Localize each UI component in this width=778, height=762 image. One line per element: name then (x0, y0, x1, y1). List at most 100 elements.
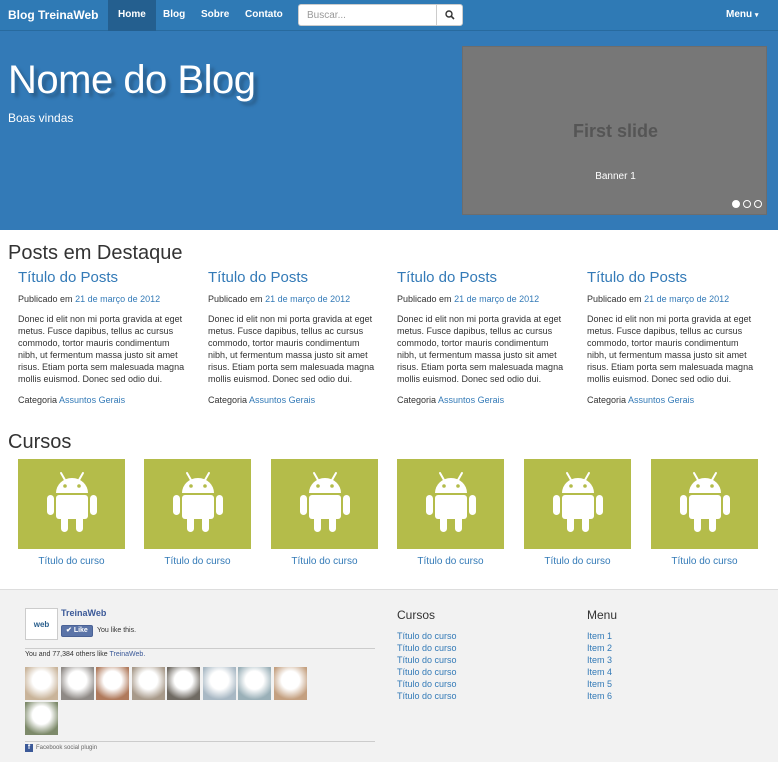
fan-avatar[interactable] (167, 667, 200, 700)
footer-course-link[interactable]: Título do curso (397, 642, 457, 654)
course-title-link[interactable]: Título do curso (144, 556, 251, 567)
course-thumbnail[interactable] (271, 459, 378, 549)
post-title-link[interactable]: Título do Posts (587, 269, 759, 286)
category-label: Categoria (397, 395, 437, 405)
search-form (298, 4, 463, 26)
post-title-link[interactable]: Título do Posts (18, 269, 190, 286)
fan-avatar[interactable] (25, 702, 58, 735)
course-card: Título do curso (271, 459, 378, 567)
fan-avatar[interactable] (25, 667, 58, 700)
footer-courses-column: Cursos Título do curso Título do curso T… (397, 608, 457, 702)
post-date-link[interactable]: 21 de março de 2012 (75, 294, 160, 304)
footer-course-link[interactable]: Título do curso (397, 678, 457, 690)
course-thumbnail[interactable] (18, 459, 125, 549)
post-category: Categoria Assuntos Gerais (208, 395, 380, 405)
course-title-link[interactable]: Título do curso (397, 556, 504, 567)
slide-title: First slide (572, 121, 659, 141)
footer-menu-link[interactable]: Item 4 (587, 666, 617, 678)
post-excerpt: Donec id elit non mi porta gravida at eg… (208, 314, 375, 384)
post-meta: Publicado em 21 de março de 2012 (397, 294, 569, 304)
fan-avatar[interactable] (60, 667, 94, 700)
nav-blog[interactable]: Blog (153, 0, 195, 31)
course-thumbnail[interactable] (397, 459, 504, 549)
blog-subtitle: Boas vindas (8, 111, 74, 125)
published-label: Publicado em (208, 294, 263, 304)
post-card: Título do Posts Publicado em 21 de março… (397, 269, 569, 405)
post-title-link[interactable]: Título do Posts (208, 269, 380, 286)
nav-contato[interactable]: Contato (235, 0, 293, 31)
carousel-indicators (732, 200, 762, 208)
post-title-link[interactable]: Título do Posts (397, 269, 569, 286)
category-label: Categoria (587, 395, 627, 405)
course-title-link[interactable]: Título do curso (524, 556, 631, 567)
nav-home[interactable]: Home (108, 0, 156, 31)
menu-dropdown-label: Menu (726, 9, 753, 20)
category-link[interactable]: Assuntos Gerais (438, 395, 504, 405)
fan-avatar[interactable] (273, 667, 307, 700)
carousel-indicator-1[interactable] (732, 200, 740, 208)
footer-course-link[interactable]: Título do curso (397, 690, 457, 702)
search-button[interactable] (436, 4, 463, 26)
fan-avatar[interactable] (96, 667, 129, 700)
post-excerpt: Donec id elit non mi porta gravida at eg… (18, 314, 185, 384)
footer-course-link[interactable]: Título do curso (397, 654, 457, 666)
fan-avatar[interactable] (131, 667, 165, 700)
post-category: Categoria Assuntos Gerais (397, 395, 569, 405)
footer-menu-link[interactable]: Item 5 (587, 678, 617, 690)
category-label: Categoria (208, 395, 248, 405)
footer-course-link[interactable]: Título do curso (397, 666, 457, 678)
carousel-indicator-3[interactable] (754, 200, 762, 208)
category-link[interactable]: Assuntos Gerais (59, 395, 125, 405)
post-meta: Publicado em 21 de março de 2012 (587, 294, 759, 304)
nav-sobre[interactable]: Sobre (191, 0, 239, 31)
category-link[interactable]: Assuntos Gerais (628, 395, 694, 405)
footer-menu-link[interactable]: Item 3 (587, 654, 617, 666)
course-title-link[interactable]: Título do curso (18, 556, 125, 567)
fan-avatar[interactable] (238, 667, 271, 700)
featured-heading: Posts em Destaque (8, 242, 183, 264)
course-thumbnail[interactable] (144, 459, 251, 549)
course-card: Título do curso (18, 459, 125, 567)
like-count-link[interactable]: TreinaWeb. (109, 651, 145, 658)
caret-down-icon: ▾ (754, 12, 759, 19)
footer-menu-link[interactable]: Item 2 (587, 642, 617, 654)
hero-jumbotron: Nome do Blog Boas vindas First slide Ban… (0, 31, 778, 230)
course-title-link[interactable]: Título do curso (271, 556, 378, 567)
banner-carousel[interactable]: First slide Banner 1 (462, 46, 767, 215)
post-card: Título do Posts Publicado em 21 de março… (18, 269, 190, 405)
search-input[interactable] (298, 4, 436, 26)
course-card: Título do curso (397, 459, 504, 567)
android-icon (299, 471, 351, 538)
search-icon (444, 10, 455, 20)
menu-dropdown[interactable]: Menu ▾ (726, 0, 758, 31)
footer-menu-link[interactable]: Item 6 (587, 690, 617, 702)
footer: web TreinaWeb ✔ Like You like this. You … (0, 589, 778, 762)
course-thumbnail[interactable] (651, 459, 758, 549)
course-title-link[interactable]: Título do curso (651, 556, 758, 567)
facebook-like-button[interactable]: ✔ Like (61, 625, 93, 637)
android-icon (425, 471, 477, 538)
facebook-plugin-label[interactable]: Facebook social plugin (36, 745, 97, 751)
facebook-page-link[interactable]: TreinaWeb (61, 608, 106, 618)
treinaweb-logo[interactable]: web (25, 608, 58, 640)
carousel-indicator-2[interactable] (743, 200, 751, 208)
course-card: Título do curso (144, 459, 251, 567)
facebook-icon: f (25, 744, 33, 752)
course-thumbnail[interactable] (524, 459, 631, 549)
post-date-link[interactable]: 21 de março de 2012 (644, 294, 729, 304)
category-label: Categoria (18, 395, 58, 405)
published-label: Publicado em (587, 294, 642, 304)
footer-menu-column: Menu Item 1 Item 2 Item 3 Item 4 Item 5 … (587, 608, 617, 702)
footer-course-link[interactable]: Título do curso (397, 630, 457, 642)
fan-avatar[interactable] (202, 667, 236, 700)
you-like-text: You like this. (97, 627, 137, 634)
post-excerpt: Donec id elit non mi porta gravida at eg… (397, 314, 564, 384)
brand-link[interactable]: Blog TreinaWeb (8, 8, 98, 22)
category-link[interactable]: Assuntos Gerais (249, 395, 315, 405)
post-date-link[interactable]: 21 de março de 2012 (454, 294, 539, 304)
post-date-link[interactable]: 21 de março de 2012 (265, 294, 350, 304)
post-meta: Publicado em 21 de março de 2012 (18, 294, 190, 304)
divider (25, 741, 375, 742)
footer-menu-link[interactable]: Item 1 (587, 630, 617, 642)
course-card: Título do curso (524, 459, 631, 567)
